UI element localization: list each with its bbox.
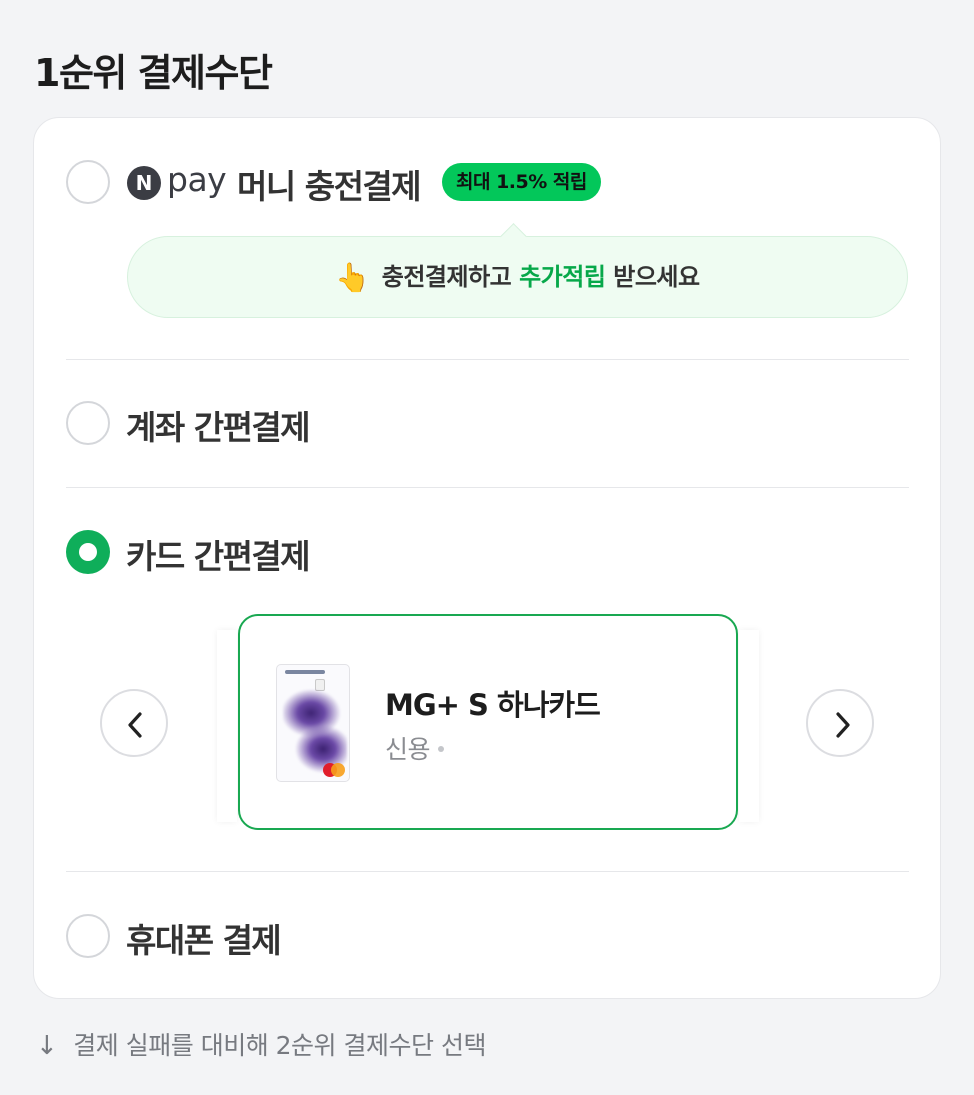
page-title: 1순위 결제수단 [34,51,273,95]
card-image [276,664,350,782]
tip-text-highlight: 추가적립 [519,263,606,291]
card-option-label[interactable]: 카드 간편결제 [126,530,311,578]
tip-text-post: 받으세요 [605,263,700,291]
phone-option-label[interactable]: 휴대폰 결제 [126,914,282,962]
card-artwork [283,687,347,775]
chevron-left-icon [128,712,142,738]
next-card-button[interactable] [806,689,874,757]
card-radio[interactable] [66,530,110,574]
account-option-label[interactable]: 계좌 간편결제 [126,401,311,449]
card-issuer-logo [285,670,325,674]
arrow-down-icon: ↓ [36,1031,58,1061]
card-name: MG+ S 하나카드 [385,688,601,722]
card-type-text: 신용 [385,735,431,764]
npay-brand-text: pay [167,160,227,199]
secondary-payment-text: 결제 실패를 대비해 2순위 결제수단 선택 [73,1031,486,1060]
divider [66,359,909,360]
account-radio[interactable] [66,401,110,445]
secondary-payment-link[interactable]: ↓ 결제 실패를 대비해 2순위 결제수단 선택 [36,1026,486,1062]
prev-card-button[interactable] [100,689,168,757]
payment-options-panel: N pay 머니 충전결제 최대 1.5% 적립 👆 충전결제하고 추가적립 받으… [33,117,941,999]
reward-badge: 최대 1.5% 적립 [442,163,601,201]
phone-radio[interactable] [66,914,110,958]
charge-tip-bubble: 👆 충전결제하고 추가적립 받으세요 [127,236,908,318]
separator-dot [438,746,445,752]
tip-text-pre: 충전결제하고 [381,263,520,291]
divider [66,487,909,488]
prev-card-peek [217,630,237,822]
pointing-hand-icon: 👆 [335,261,370,294]
mastercard-icon-overlap [331,763,345,777]
chevron-right-icon [836,712,850,738]
card-type: 신용 [385,730,445,766]
selected-card[interactable]: MG+ S 하나카드 신용 [238,614,738,830]
next-card-peek [739,630,759,822]
npay-logo-icon: N [127,166,161,200]
npay-radio[interactable] [66,160,110,204]
npay-option-label[interactable]: 머니 충전결제 [237,160,422,208]
divider [66,871,909,872]
